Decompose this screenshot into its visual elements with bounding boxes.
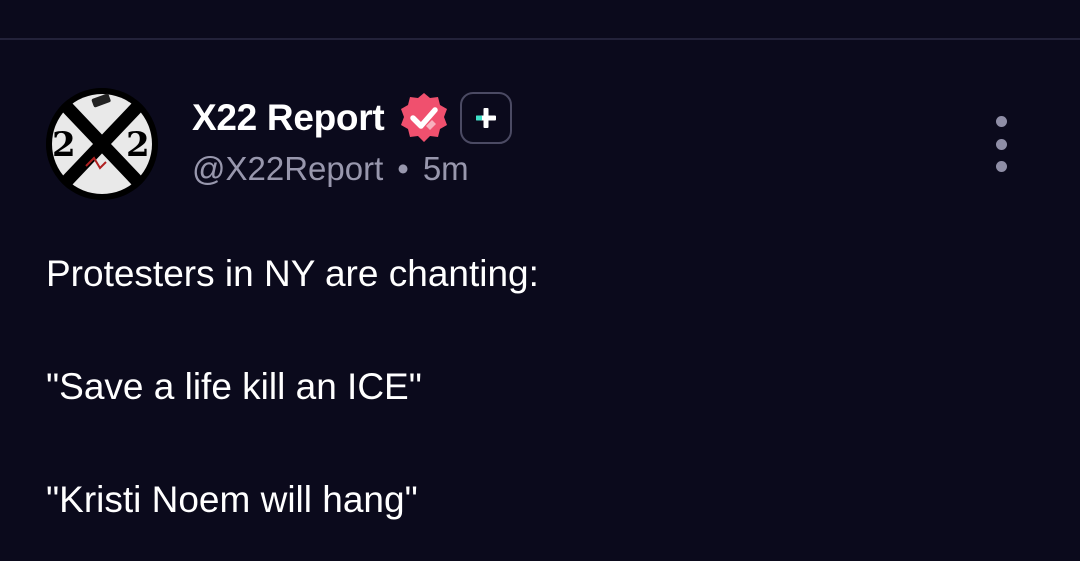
meta-separator: • xyxy=(397,150,409,187)
post-text-line: "Kristi Noem will hang" xyxy=(46,479,418,520)
post-text-line: "Save a life kill an ICE" xyxy=(46,366,422,407)
author-name-row: X22 Report xyxy=(192,90,513,146)
svg-text:2: 2 xyxy=(126,125,150,165)
author-meta-row: @X22Report • 5m xyxy=(192,150,469,188)
post-body: Protesters in NY are chanting: "Save a l… xyxy=(46,246,1036,528)
post-text-line: Protesters in NY are chanting: xyxy=(46,253,539,294)
avatar[interactable]: 2 2 xyxy=(46,88,158,200)
post-timestamp: 5m xyxy=(422,150,469,187)
plus-icon[interactable] xyxy=(460,92,513,144)
verified-check-icon xyxy=(396,90,452,146)
author-display-name[interactable]: X22 Report xyxy=(192,97,385,139)
author-handle[interactable]: @X22Report xyxy=(192,150,383,188)
more-dot xyxy=(995,138,1007,150)
more-options-button[interactable] xyxy=(980,116,1022,172)
more-dot xyxy=(995,161,1007,172)
avatar-logo-icon: 2 2 xyxy=(46,88,158,200)
more-vertical-icon xyxy=(995,116,1007,127)
app-frame: 2 2 X22 Report @X22Report • 5m Protester… xyxy=(0,0,1080,561)
post-card[interactable]: 2 2 X22 Report @X22Report • 5m Protester… xyxy=(0,40,1080,561)
svg-text:2: 2 xyxy=(52,125,76,165)
